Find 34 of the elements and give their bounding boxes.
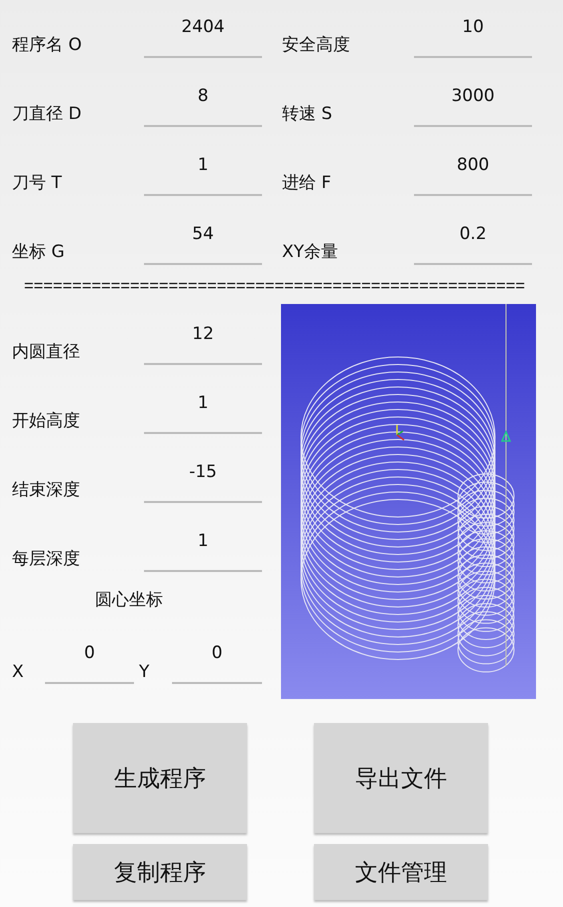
input-field[interactable]: 12 (144, 323, 262, 365)
input-field[interactable]: 8 (144, 85, 262, 127)
input-field[interactable]: 0 (172, 642, 262, 684)
coordinate-label: Y (139, 662, 150, 684)
parameter-label: XY余量 (282, 241, 340, 264)
input-field[interactable]: 54 (144, 223, 262, 265)
input-field[interactable]: 0 (45, 642, 134, 684)
input-field[interactable]: 10 (414, 16, 532, 58)
input-field[interactable]: -15 (144, 461, 262, 503)
input-field[interactable]: 1 (144, 530, 262, 572)
input-field[interactable]: 0.2 (414, 223, 532, 265)
coordinate-label: X (12, 662, 25, 684)
action-button[interactable]: 生成程序 (73, 723, 247, 833)
parameter-label: 程序名 O (12, 34, 83, 57)
input-field[interactable]: 3000 (414, 85, 532, 127)
parameter-label: 坐标 G (12, 241, 66, 264)
input-field[interactable]: 2404 (144, 16, 262, 58)
parameter-label: 转速 S (282, 103, 334, 126)
separator-text: ==================================================== (24, 277, 526, 296)
section-label: 圆心坐标 (95, 590, 163, 610)
action-button[interactable]: 导出文件 (314, 723, 488, 833)
parameter-label: 进给 F (282, 172, 332, 195)
parameter-label: 刀直径 D (12, 103, 82, 126)
parameter-label: 安全高度 (282, 34, 351, 57)
input-field[interactable]: 1 (144, 392, 262, 434)
parameter-label: 每层深度 (12, 548, 81, 571)
action-button[interactable]: 复制程序 (73, 844, 247, 900)
input-field[interactable]: 1 (144, 154, 262, 196)
parameter-label: 开始高度 (12, 410, 81, 433)
parameter-label: 刀号 T (12, 172, 63, 195)
parameter-label: 内圆直径 (12, 341, 81, 364)
action-button[interactable]: 文件管理 (314, 844, 488, 900)
parameter-label: 结束深度 (12, 479, 81, 502)
input-field[interactable]: 800 (414, 154, 532, 196)
